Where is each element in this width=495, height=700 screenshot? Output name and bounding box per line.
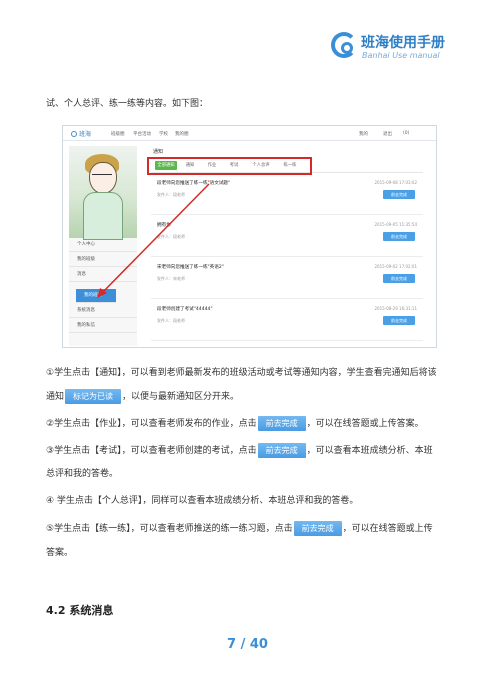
logo-subtitle: Banhai Use manual [362, 51, 440, 60]
para-5: ⑤学生点击【练一练】，可以查看老师推送的练一练习题，点击 前去完成 ，可以在线答题或… [46, 521, 456, 536]
logo-icon [331, 32, 357, 58]
brand-logo: 班海使用手册 Banhai Use manual [331, 28, 451, 68]
page-number: 7 / 40 [227, 637, 268, 652]
para-3b: 总评和我的答卷。 [46, 469, 119, 479]
para-3: ③学生点击【考试】，可以查看老师创建的考试，点击 前去完成 ，可以查看本班成绩分析、… [46, 443, 456, 458]
para-1a: ①学生点击【通知】，可以看到老师最新发布的班级活动或考试等通知内容，学生查看完通… [46, 368, 437, 378]
para-4: ④ 学生点击【个人总评】，同样可以查看本班成绩分析、本班总评和我的答卷。 [46, 496, 359, 506]
complete-button[interactable]: 前去完成 [293, 521, 342, 536]
intro-text: 试、个人总评、练一练等内容。如下图： [46, 99, 209, 109]
pointer-arrow-icon [97, 183, 210, 298]
complete-button[interactable]: 前去完成 [257, 443, 306, 458]
para-1b: 通知 标记为已读 ，以便与最新通知区分开来。 [46, 389, 456, 404]
para-2: ②学生点击【作业】，可以查看老师发布的作业，点击 前去完成 ，可以在线答题或上传答案… [46, 416, 456, 431]
logo-title: 班海使用手册 [361, 35, 445, 51]
embedded-screenshot: 班海 班级圈 平台活动 学校 我的圈 我的 退出 (0) 个人中心 我的班级 消… [62, 125, 437, 348]
mark-read-button[interactable]: 标记为已读 [65, 389, 122, 404]
complete-button[interactable]: 前去完成 [257, 416, 306, 431]
para-5b: 答案。 [46, 548, 74, 558]
section-title: 4.2 系统消息 [46, 604, 114, 617]
